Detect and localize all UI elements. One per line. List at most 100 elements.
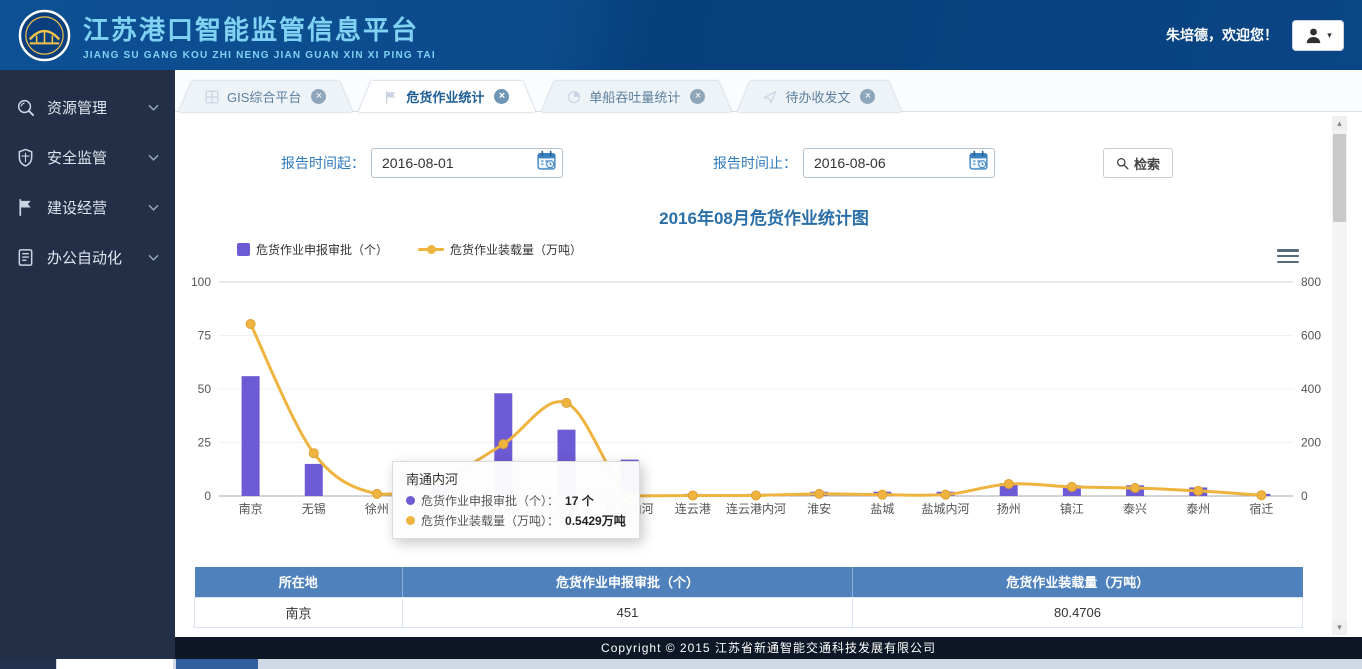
x-axis-label: 镇江 bbox=[1060, 502, 1084, 516]
chevron-down-icon bbox=[148, 154, 159, 161]
tooltip-row-2: 危货作业装载量（万吨）： 0.5429万吨 bbox=[406, 512, 626, 529]
page-subtitle: JIANG SU GANG KOU ZHI NENG JIAN GUAN XIN… bbox=[83, 50, 436, 61]
y-axis-tick-left: 25 bbox=[198, 436, 212, 450]
table-header-cell: 危货作业申报审批（个） bbox=[403, 567, 853, 597]
calendar-icon[interactable] bbox=[536, 150, 557, 176]
series-dot-icon bbox=[406, 496, 415, 505]
tab-close-icon[interactable]: × bbox=[311, 89, 326, 104]
sidebar-item-3[interactable]: 建设经营 bbox=[0, 182, 175, 232]
line-point-5[interactable] bbox=[562, 398, 571, 407]
table-header-cell: 所在地 bbox=[195, 567, 403, 597]
y-axis-tick-right: 0 bbox=[1301, 489, 1308, 503]
scroll-down-arrow[interactable]: ▼ bbox=[1332, 620, 1347, 635]
tab-close-icon[interactable]: × bbox=[494, 89, 509, 104]
table-cell: 451 bbox=[403, 597, 853, 627]
line-point-13[interactable] bbox=[1067, 482, 1076, 491]
line-point-0[interactable] bbox=[246, 319, 255, 328]
statistics-table: 所在地危货作业申报审批（个）危货作业装载量（万吨） 南京45180.4706 bbox=[194, 567, 1303, 628]
sidebar-item-1[interactable]: 资源管理 bbox=[0, 82, 175, 132]
construction-icon bbox=[16, 198, 35, 217]
table-cell: 80.4706 bbox=[853, 597, 1303, 627]
tab-label: 待办收发文 bbox=[785, 87, 850, 106]
sidebar-item-label: 安全监管 bbox=[47, 147, 107, 168]
chevron-down-icon bbox=[148, 254, 159, 261]
x-axis-label: 南京 bbox=[239, 501, 263, 516]
person-icon bbox=[1304, 26, 1323, 45]
report-start-date-value: 2016-08-01 bbox=[382, 155, 536, 171]
x-axis-label: 徐州 bbox=[365, 501, 389, 516]
bar-1[interactable] bbox=[305, 464, 323, 496]
chevron-down-icon bbox=[148, 204, 159, 211]
content-area: 报告时间起： 2016-08-01 报告时间止： 2016-08-06 bbox=[175, 112, 1362, 637]
line-point-11[interactable] bbox=[941, 490, 950, 499]
report-start-date-input[interactable]: 2016-08-01 bbox=[371, 148, 563, 178]
sidebar-item-label: 资源管理 bbox=[47, 97, 107, 118]
bar-0[interactable] bbox=[242, 376, 260, 496]
chevron-down-icon bbox=[148, 104, 159, 111]
y-axis-tick-right: 600 bbox=[1301, 329, 1321, 343]
tab-2[interactable]: 危货作业统计 × bbox=[358, 81, 535, 112]
line-point-1[interactable] bbox=[309, 449, 318, 458]
series-dot-icon bbox=[406, 516, 415, 525]
tooltip-rows: 危货作业申报审批（个）：17 个危货作业装载量（万吨）：0.5429万吨 bbox=[406, 492, 626, 529]
tab-close-icon[interactable]: × bbox=[860, 89, 875, 104]
scroll-up-arrow[interactable]: ▲ bbox=[1332, 116, 1347, 131]
header-right: 朱培德，欢迎您！ ▾ bbox=[1166, 20, 1344, 51]
tab-bar: GIS综合平台×危货作业统计×单船吞吐量统计×待办收发文× bbox=[175, 70, 1362, 112]
tab-4[interactable]: 待办收发文 × bbox=[737, 81, 901, 112]
calendar-icon[interactable] bbox=[968, 150, 989, 176]
main-panel: GIS综合平台×危货作业统计×单船吞吐量统计×待办收发文× 报告时间起： 201… bbox=[175, 70, 1362, 659]
line-point-4[interactable] bbox=[499, 440, 508, 449]
tab-close-icon[interactable]: × bbox=[690, 89, 705, 104]
y-axis-tick-right: 400 bbox=[1301, 382, 1321, 396]
table-cell: 南京 bbox=[195, 597, 403, 627]
page-footer: Copyright © 2015 江苏省新通智能交通科技发展有限公司 bbox=[175, 637, 1362, 659]
line-point-10[interactable] bbox=[878, 490, 887, 499]
sidebar-item-4[interactable]: 办公自动化 bbox=[0, 232, 175, 282]
tab-3[interactable]: 单船吞吐量统计× bbox=[541, 81, 731, 112]
strip-block-3 bbox=[176, 659, 258, 669]
shield-icon bbox=[16, 148, 35, 167]
line-point-8[interactable] bbox=[752, 491, 761, 500]
line-point-2[interactable] bbox=[372, 489, 381, 498]
sidebar-item-label: 办公自动化 bbox=[47, 247, 122, 268]
tooltip-label: 危货作业装载量（万吨）： bbox=[421, 512, 559, 529]
report-end-date-input[interactable]: 2016-08-06 bbox=[803, 148, 995, 178]
strip-block-2 bbox=[57, 659, 173, 669]
line-point-14[interactable] bbox=[1131, 483, 1140, 492]
line-point-7[interactable] bbox=[688, 491, 697, 500]
legend-label: 危货作业申报审批（个） bbox=[256, 241, 388, 258]
vertical-scrollbar[interactable]: ▲ ▼ bbox=[1332, 116, 1347, 635]
copyright-text: Copyright © 2015 江苏省新通智能交通科技发展有限公司 bbox=[601, 641, 936, 655]
line-point-12[interactable] bbox=[1004, 479, 1013, 488]
tab-label: 危货作业统计 bbox=[406, 87, 484, 106]
welcome-text: 朱培德，欢迎您！ bbox=[1166, 25, 1278, 45]
line-point-16[interactable] bbox=[1257, 491, 1266, 500]
scrollbar-thumb[interactable] bbox=[1333, 134, 1346, 222]
sidebar-item-2[interactable]: 安全监管 bbox=[0, 132, 175, 182]
report-start-label: 报告时间起： bbox=[281, 153, 365, 173]
office-icon bbox=[16, 248, 35, 267]
pie-icon bbox=[567, 90, 581, 104]
page-title: 江苏港口智能监管信息平台 bbox=[83, 10, 436, 47]
tab-1[interactable]: GIS综合平台× bbox=[179, 81, 352, 112]
user-menu-button[interactable]: ▾ bbox=[1292, 20, 1344, 51]
legend-label: 危货作业装载量（万吨） bbox=[450, 241, 582, 258]
x-axis-label: 无锡 bbox=[302, 501, 326, 516]
chart-canvas[interactable]: 00252005040075600100800南京无锡徐州常州苏州南通南通内河连… bbox=[189, 263, 1339, 535]
x-axis-label: 泰州 bbox=[1186, 502, 1210, 516]
x-axis-label: 连云港 bbox=[675, 501, 711, 516]
legend-item-2[interactable]: 危货作业装载量（万吨） bbox=[418, 241, 582, 258]
filter-row: 报告时间起： 2016-08-01 报告时间止： 2016-08-06 bbox=[189, 148, 1362, 178]
line-point-15[interactable] bbox=[1194, 486, 1203, 495]
tooltip-value: 0.5429万吨 bbox=[565, 512, 626, 529]
app-root: 江苏港口智能监管信息平台 JIANG SU GANG KOU ZHI NENG … bbox=[0, 0, 1362, 669]
x-axis-label: 盐城 bbox=[870, 502, 894, 516]
magnifier-icon bbox=[1116, 157, 1129, 170]
legend-item-1[interactable]: 危货作业申报审批（个） bbox=[237, 241, 388, 258]
chart-menu-icon[interactable] bbox=[1277, 247, 1299, 265]
line-point-9[interactable] bbox=[815, 489, 824, 498]
report-start-field: 报告时间起： 2016-08-01 bbox=[281, 148, 563, 178]
legend-bar-swatch bbox=[237, 243, 250, 256]
search-button[interactable]: 检索 bbox=[1103, 148, 1173, 178]
